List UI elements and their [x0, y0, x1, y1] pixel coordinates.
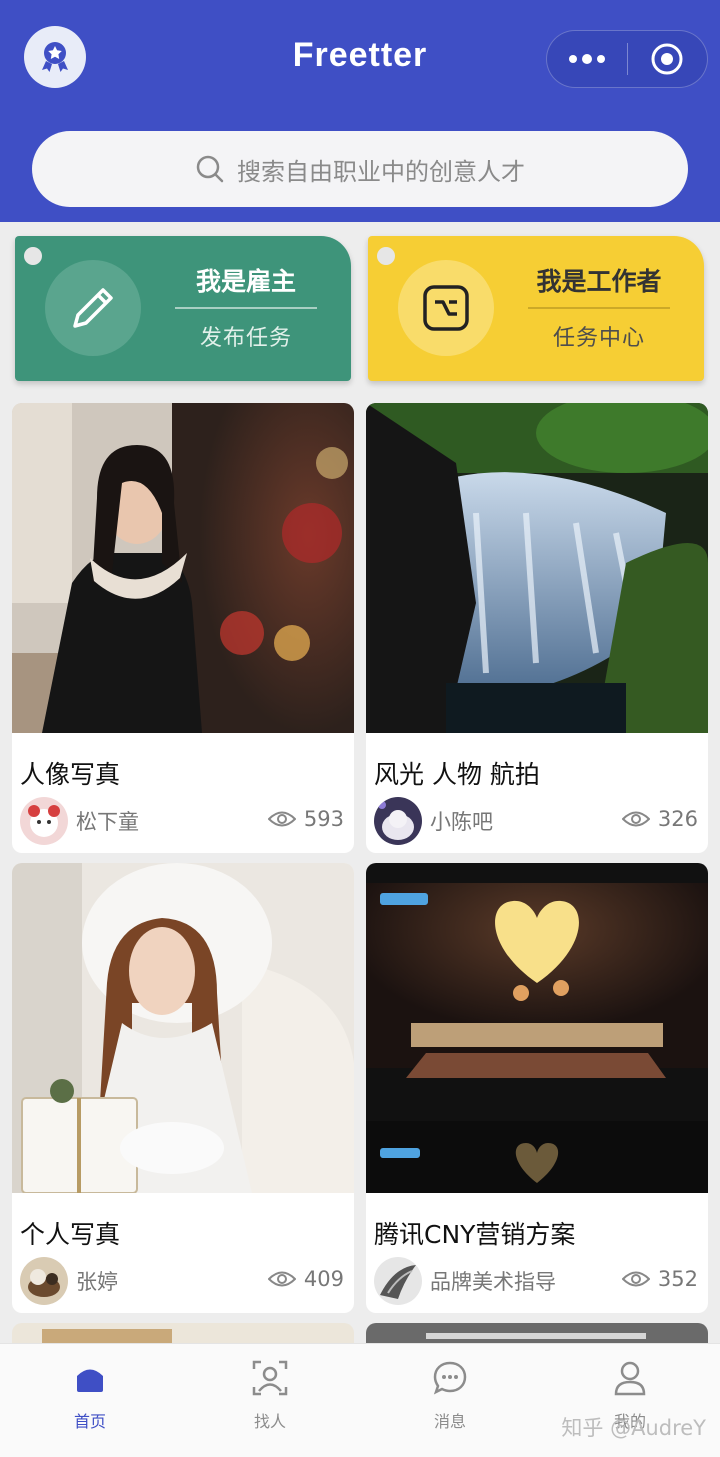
- portfolio-card[interactable]: 个人写真 张婷 409: [12, 863, 354, 1313]
- eye-icon: [267, 1271, 296, 1287]
- worker-subtitle: 任务中心: [552, 326, 645, 351]
- tab-find-people[interactable]: 找人: [180, 1344, 360, 1457]
- worker-card[interactable]: 我是工作者 任务中心: [368, 236, 704, 381]
- eye-icon: [621, 811, 650, 827]
- search-input[interactable]: 搜索自由职业中的创意人才: [32, 131, 688, 207]
- tab-label: 找人: [253, 1412, 286, 1431]
- terminal-icon: [398, 260, 494, 356]
- card-author[interactable]: 小陈吧: [374, 796, 493, 846]
- view-count: 593: [267, 807, 344, 831]
- home-icon: [70, 1358, 110, 1398]
- campaign-artwork[interactable]: [366, 863, 708, 1193]
- avatar: [20, 797, 68, 845]
- more-dots-icon[interactable]: [547, 30, 627, 88]
- tab-label: 消息: [433, 1412, 466, 1431]
- card-author[interactable]: 松下童: [20, 796, 139, 846]
- worker-title: 我是工作者: [536, 267, 662, 296]
- view-count: 352: [621, 1267, 698, 1291]
- eye-icon: [267, 811, 296, 827]
- card-title: 风光 人物 航拍: [374, 760, 540, 789]
- avatar: [374, 797, 422, 845]
- search-icon: [196, 155, 224, 183]
- employer-title: 我是雇主: [195, 267, 296, 296]
- divider: [528, 307, 670, 309]
- author-name: 品牌美术指导: [430, 1270, 556, 1294]
- divider: [175, 307, 317, 309]
- card-title: 人像写真: [20, 760, 121, 789]
- view-count-value: 352: [657, 1267, 698, 1291]
- tab-messages[interactable]: 消息: [360, 1344, 540, 1457]
- author-name: 小陈吧: [430, 810, 493, 834]
- search-placeholder: 搜索自由职业中的创意人才: [237, 157, 525, 186]
- view-count: 326: [621, 807, 698, 831]
- avatar: [20, 1257, 68, 1305]
- tab-label: 首页: [73, 1412, 106, 1431]
- avatar: [374, 1257, 422, 1305]
- view-count: 409: [267, 1267, 344, 1291]
- user-icon: [610, 1358, 650, 1398]
- portrait-photo[interactable]: [12, 403, 354, 733]
- card-title: 腾讯CNY营销方案: [374, 1220, 576, 1249]
- portfolio-card[interactable]: 人像写真 松下童 593: [12, 403, 354, 853]
- person-search-icon: [250, 1358, 290, 1398]
- indicator-dot: [377, 247, 395, 265]
- view-count-value: 409: [303, 1267, 344, 1291]
- author-name: 松下童: [76, 810, 139, 834]
- top-header: Freetter 搜索自由职业中的创意人才: [0, 0, 720, 222]
- tab-home[interactable]: 首页: [0, 1344, 180, 1457]
- chat-bubble-icon: [430, 1358, 470, 1398]
- mini-program-capsule: [546, 30, 708, 88]
- eye-icon: [621, 1271, 650, 1287]
- view-count-value: 593: [303, 807, 344, 831]
- employer-card[interactable]: 我是雇主 发布任务: [15, 236, 351, 381]
- card-title: 个人写真: [20, 1220, 121, 1249]
- employer-subtitle: 发布任务: [199, 326, 292, 351]
- author-name: 张婷: [76, 1270, 118, 1294]
- portfolio-card[interactable]: 腾讯CNY营销方案 品牌美术指导 352: [366, 863, 708, 1313]
- card-author[interactable]: 品牌美术指导: [374, 1256, 556, 1306]
- waterfall-photo[interactable]: [366, 403, 708, 733]
- watermark: 知乎 @AudreY: [561, 1416, 706, 1440]
- portrait-photo[interactable]: [12, 863, 354, 1193]
- portfolio-card[interactable]: 风光 人物 航拍 小陈吧 326: [366, 403, 708, 853]
- view-count-value: 326: [657, 807, 698, 831]
- target-circle-icon[interactable]: [628, 30, 708, 88]
- indicator-dot: [24, 247, 42, 265]
- card-author[interactable]: 张婷: [20, 1256, 118, 1306]
- pencil-icon: [45, 260, 141, 356]
